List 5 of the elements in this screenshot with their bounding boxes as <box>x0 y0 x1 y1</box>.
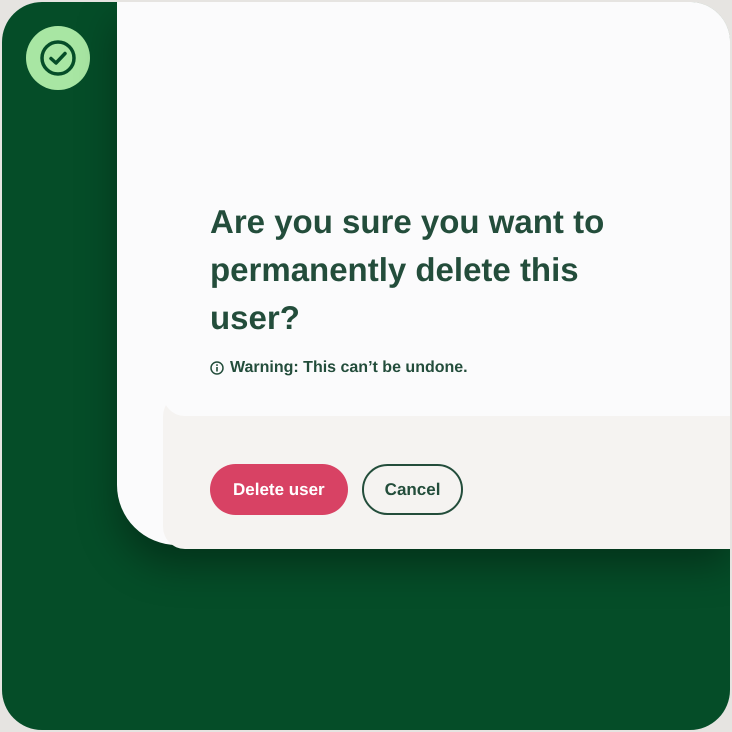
cancel-button[interactable]: Cancel <box>362 464 464 515</box>
warning-text: Warning: This can’t be undone. <box>230 358 468 378</box>
delete-button[interactable]: Delete user <box>210 464 348 515</box>
dialog-title: Are you sure you want to permanently delete this user? <box>210 202 606 338</box>
info-icon <box>210 361 224 375</box>
